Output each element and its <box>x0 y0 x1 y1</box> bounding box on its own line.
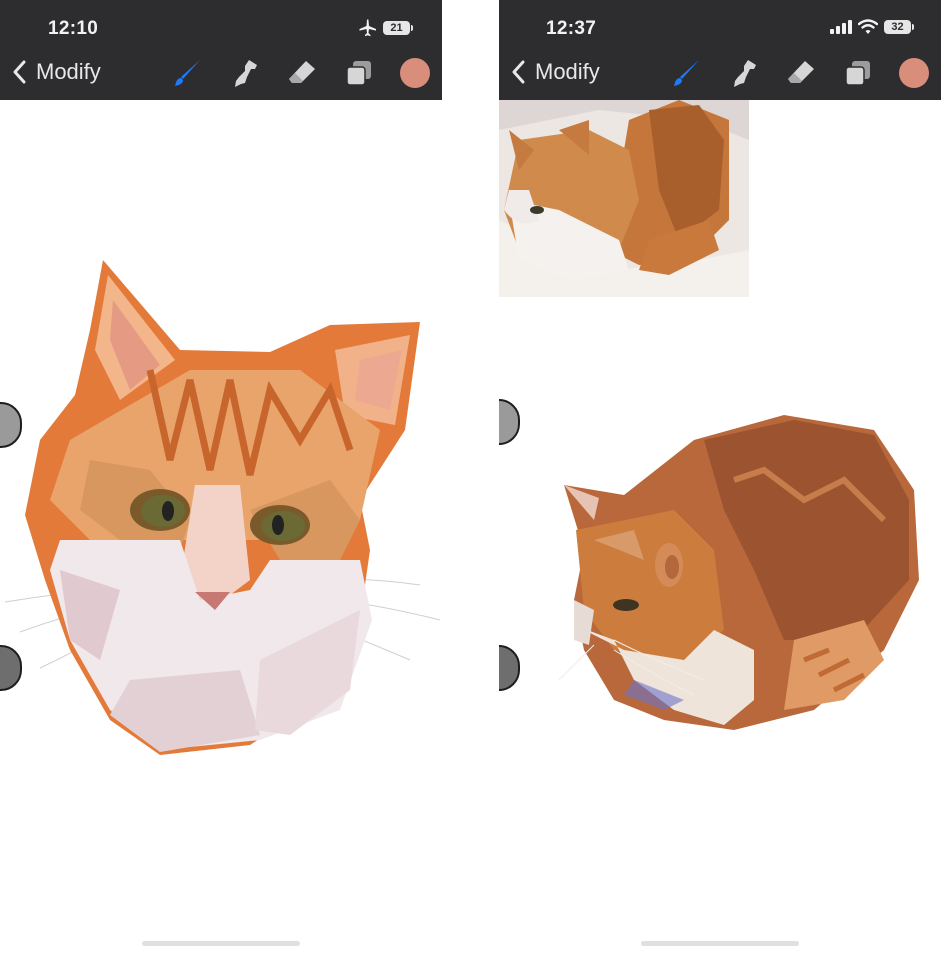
eraser-tool-button[interactable] <box>784 56 818 90</box>
wifi-icon <box>858 19 878 34</box>
brush-tool-button[interactable] <box>170 56 204 90</box>
status-icons: 32 <box>830 19 914 35</box>
back-label: Modify <box>36 59 101 84</box>
layers-icon <box>346 61 371 86</box>
status-time: 12:10 <box>48 18 99 39</box>
right-screen: 12:37 32 Modify <box>499 0 941 957</box>
home-indicator <box>142 941 300 946</box>
layers-tool-button[interactable] <box>841 56 875 90</box>
brush-size-slider-handle[interactable] <box>499 399 520 445</box>
status-icons: 21 <box>357 19 413 37</box>
status-time: 12:37 <box>546 18 597 39</box>
home-indicator <box>641 941 799 946</box>
brush-tool-button[interactable] <box>669 56 703 90</box>
cat-head-painting <box>4 260 441 755</box>
color-swatch-button[interactable] <box>899 58 929 88</box>
brush-icon <box>674 60 699 86</box>
eraser-icon <box>289 61 315 83</box>
loafing-cat-painting <box>558 415 919 730</box>
top-toolbar: 12:10 21 Modify <box>0 0 442 100</box>
eraser-icon <box>788 61 814 83</box>
top-toolbar: 12:37 32 Modify <box>499 0 941 100</box>
eraser-tool-button[interactable] <box>285 56 319 90</box>
battery-indicator: 32 <box>884 20 914 34</box>
back-modify-button[interactable]: Modify <box>12 59 101 85</box>
smudge-icon <box>235 60 257 87</box>
smudge-tool-button[interactable] <box>228 56 262 90</box>
reference-photo[interactable] <box>499 100 749 297</box>
opacity-slider-handle[interactable] <box>499 645 520 691</box>
smudge-tool-button[interactable] <box>727 56 761 90</box>
layers-tool-button[interactable] <box>342 56 376 90</box>
layers-icon <box>845 61 870 86</box>
back-modify-button[interactable]: Modify <box>511 59 600 85</box>
smudge-icon <box>734 60 756 87</box>
chevron-left-icon <box>13 60 26 84</box>
reference-cat-photo <box>499 100 749 297</box>
battery-indicator: 21 <box>383 21 413 35</box>
cellular-signal-icon <box>830 20 852 34</box>
brush-icon <box>175 60 200 86</box>
chevron-left-icon <box>512 60 525 84</box>
left-screen: 12:10 21 Modify <box>0 0 442 957</box>
color-swatch-button[interactable] <box>400 58 430 88</box>
back-label: Modify <box>535 59 600 84</box>
airplane-mode-icon <box>359 19 376 37</box>
screen-gap <box>442 0 499 957</box>
